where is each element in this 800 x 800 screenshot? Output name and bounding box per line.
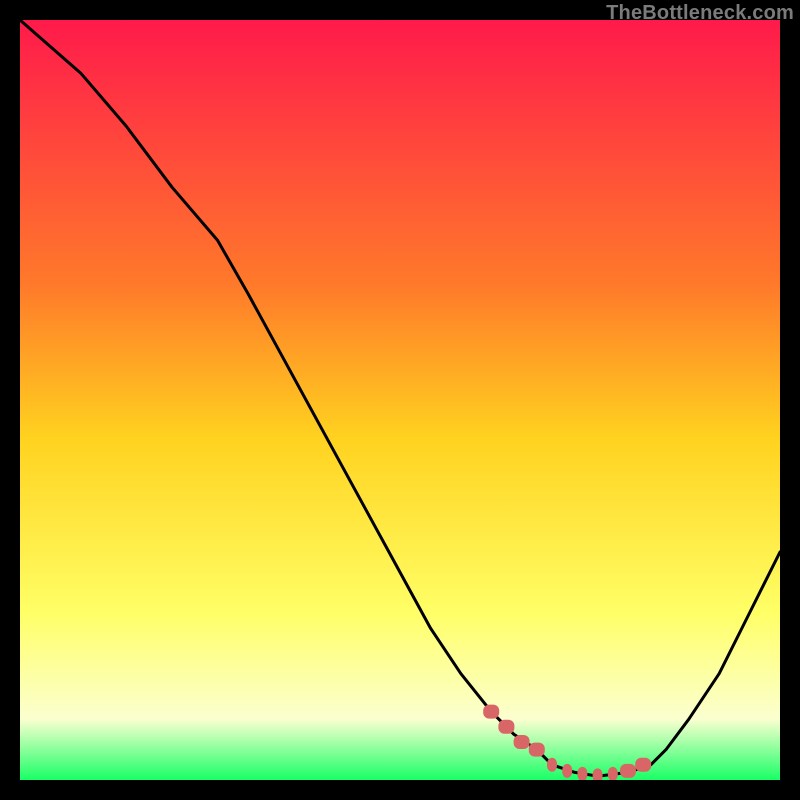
gradient-background xyxy=(20,20,780,780)
bottleneck-plot xyxy=(20,20,780,780)
marker-point xyxy=(562,764,572,778)
watermark-text: TheBottleneck.com xyxy=(606,2,794,25)
marker-point xyxy=(498,720,514,734)
marker-point xyxy=(620,764,636,778)
marker-point xyxy=(593,768,603,780)
marker-point xyxy=(483,705,499,719)
marker-point xyxy=(635,758,651,772)
chart-frame xyxy=(20,20,780,780)
marker-point xyxy=(608,767,618,780)
marker-point xyxy=(577,767,587,780)
marker-point xyxy=(529,743,545,757)
marker-point xyxy=(547,758,557,772)
marker-point xyxy=(514,735,530,749)
